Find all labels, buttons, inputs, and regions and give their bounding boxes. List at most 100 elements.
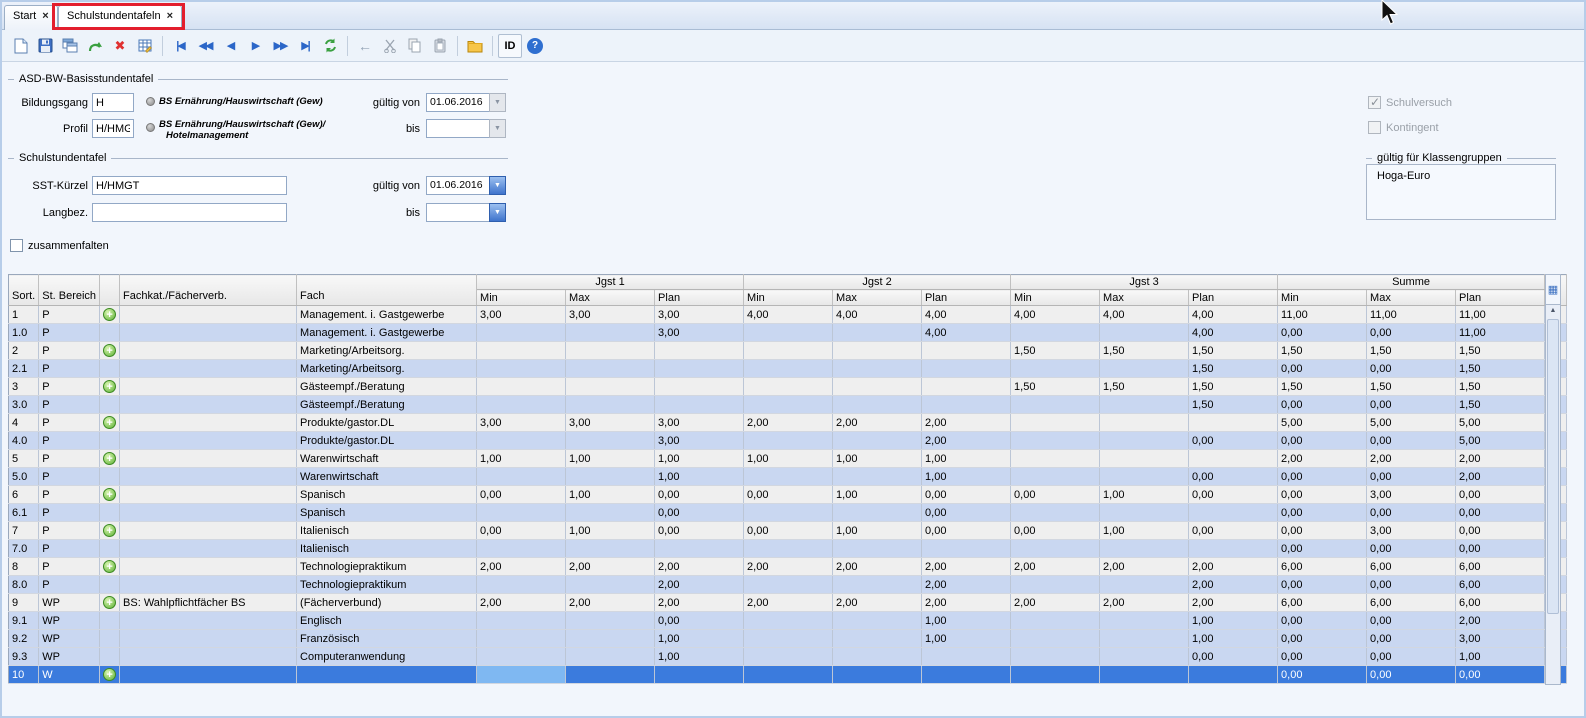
cell-value[interactable] xyxy=(566,396,655,414)
cell-value[interactable] xyxy=(1011,324,1100,342)
cell-sort[interactable]: 9.1 xyxy=(9,612,39,630)
cell-value[interactable] xyxy=(566,648,655,666)
add-subject-icon[interactable]: + xyxy=(100,306,120,324)
cell-value[interactable]: 2,00 xyxy=(1456,612,1545,630)
cell-value[interactable]: 0,00 xyxy=(1367,360,1456,378)
cell-value[interactable] xyxy=(477,576,566,594)
cell-value[interactable]: 1,50 xyxy=(1011,342,1100,360)
cell-value[interactable]: 3,00 xyxy=(655,432,744,450)
cell-value[interactable] xyxy=(1011,504,1100,522)
cell-value[interactable] xyxy=(1189,540,1278,558)
cell-value[interactable]: 3,00 xyxy=(566,414,655,432)
cell-value[interactable]: 2,00 xyxy=(922,414,1011,432)
cell-value[interactable] xyxy=(1100,504,1189,522)
basis-gueltig-von-combo[interactable]: 01.06.2016 ▼ xyxy=(426,93,506,112)
cell-sort[interactable]: 6.1 xyxy=(9,504,39,522)
cell-value[interactable]: 0,00 xyxy=(1278,468,1367,486)
cell-value[interactable]: 2,00 xyxy=(655,594,744,612)
cell-value[interactable]: 0,00 xyxy=(1278,324,1367,342)
cell-value[interactable] xyxy=(1189,666,1278,684)
cell-sort[interactable]: 9.3 xyxy=(9,648,39,666)
cell-value[interactable] xyxy=(566,576,655,594)
cell-value[interactable]: 1,50 xyxy=(1367,378,1456,396)
cell-value[interactable]: 0,00 xyxy=(1278,648,1367,666)
basis-bis-combo[interactable]: ▼ xyxy=(426,119,506,138)
cell-sort[interactable]: 4 xyxy=(9,414,39,432)
cell-fach[interactable]: Gästeempf./Beratung xyxy=(297,378,477,396)
cell-value[interactable]: 1,00 xyxy=(744,450,833,468)
cell-value[interactable]: 2,00 xyxy=(566,558,655,576)
cell-value[interactable]: 2,00 xyxy=(744,414,833,432)
cell-fach[interactable]: Technologiepraktikum xyxy=(297,558,477,576)
cell-fachkat[interactable] xyxy=(120,306,297,324)
cell-fach[interactable]: Marketing/Arbeitsorg. xyxy=(297,342,477,360)
cell-fachkat[interactable] xyxy=(120,450,297,468)
cell-value[interactable]: 1,00 xyxy=(655,468,744,486)
add-subject-icon[interactable]: + xyxy=(100,594,120,612)
cell-value[interactable]: 2,00 xyxy=(1456,468,1545,486)
cell-sort[interactable]: 1.0 xyxy=(9,324,39,342)
cell-value[interactable]: 0,00 xyxy=(922,522,1011,540)
cell-sort[interactable]: 8 xyxy=(9,558,39,576)
cell-value[interactable]: 0,00 xyxy=(1456,522,1545,540)
cell-fach[interactable]: Italienisch xyxy=(297,522,477,540)
cell-value[interactable]: 4,00 xyxy=(1011,306,1100,324)
cell-value[interactable] xyxy=(1100,360,1189,378)
cell-value[interactable]: 2,00 xyxy=(1011,594,1100,612)
cell-fachkat[interactable] xyxy=(120,612,297,630)
cell-value[interactable]: 2,00 xyxy=(922,594,1011,612)
cell-value[interactable]: 1,00 xyxy=(833,486,922,504)
cell-value[interactable]: 0,00 xyxy=(1456,540,1545,558)
cell-value[interactable]: 1,00 xyxy=(922,630,1011,648)
cell-value[interactable]: 1,50 xyxy=(1456,378,1545,396)
cell-fachkat[interactable] xyxy=(120,378,297,396)
new-record-icon[interactable] xyxy=(8,34,32,58)
cell-value[interactable] xyxy=(833,540,922,558)
cell-bereich[interactable]: P xyxy=(39,342,100,360)
cell-value[interactable]: 5,00 xyxy=(1278,414,1367,432)
cell-value[interactable] xyxy=(477,360,566,378)
cell-value[interactable]: 0,00 xyxy=(1367,540,1456,558)
tab-close-icon[interactable]: × xyxy=(42,10,48,22)
cell-fachkat[interactable] xyxy=(120,558,297,576)
cell-value[interactable] xyxy=(922,648,1011,666)
cell-value[interactable] xyxy=(833,342,922,360)
cell-value[interactable] xyxy=(1100,468,1189,486)
cell-value[interactable]: 2,00 xyxy=(477,558,566,576)
cell-value[interactable] xyxy=(566,324,655,342)
cell-value[interactable] xyxy=(744,396,833,414)
id-button[interactable]: ID xyxy=(498,34,522,58)
sst-bis-value[interactable] xyxy=(426,203,489,222)
cell-value[interactable]: 0,00 xyxy=(1278,666,1367,684)
last-record-button[interactable]: ▶| xyxy=(293,34,317,58)
cell-fach[interactable] xyxy=(297,666,477,684)
cell-bereich[interactable]: P xyxy=(39,396,100,414)
cell-value[interactable] xyxy=(744,666,833,684)
cell-fach[interactable]: Englisch xyxy=(297,612,477,630)
cell-value[interactable]: 4,00 xyxy=(744,306,833,324)
tab-start[interactable]: Start× xyxy=(4,5,58,30)
cell-value[interactable] xyxy=(1189,450,1278,468)
cell-value[interactable]: 0,00 xyxy=(1367,648,1456,666)
cell-value[interactable] xyxy=(1100,612,1189,630)
vertical-scrollbar[interactable]: ▦ ▲ xyxy=(1545,274,1561,685)
cell-sort[interactable]: 5.0 xyxy=(9,468,39,486)
cell-fach[interactable]: Technologiepraktikum xyxy=(297,576,477,594)
add-subject-icon[interactable]: + xyxy=(100,558,120,576)
cell-value[interactable]: 2,00 xyxy=(655,576,744,594)
cell-value[interactable]: 11,00 xyxy=(1456,324,1545,342)
cell-fach[interactable]: Produkte/gastor.DL xyxy=(297,432,477,450)
cell-fachkat[interactable] xyxy=(120,576,297,594)
cell-bereich[interactable]: P xyxy=(39,540,100,558)
cell-value[interactable] xyxy=(566,468,655,486)
cell-bereich[interactable]: P xyxy=(39,486,100,504)
cell-value[interactable]: 6,00 xyxy=(1456,576,1545,594)
cell-value[interactable]: 11,00 xyxy=(1456,306,1545,324)
cell-value[interactable]: 1,00 xyxy=(833,522,922,540)
cell-value[interactable] xyxy=(1100,432,1189,450)
cell-sort[interactable]: 1 xyxy=(9,306,39,324)
cell-value[interactable] xyxy=(1100,576,1189,594)
cell-value[interactable] xyxy=(477,648,566,666)
cell-value[interactable] xyxy=(655,666,744,684)
cell-value[interactable]: 2,00 xyxy=(833,558,922,576)
